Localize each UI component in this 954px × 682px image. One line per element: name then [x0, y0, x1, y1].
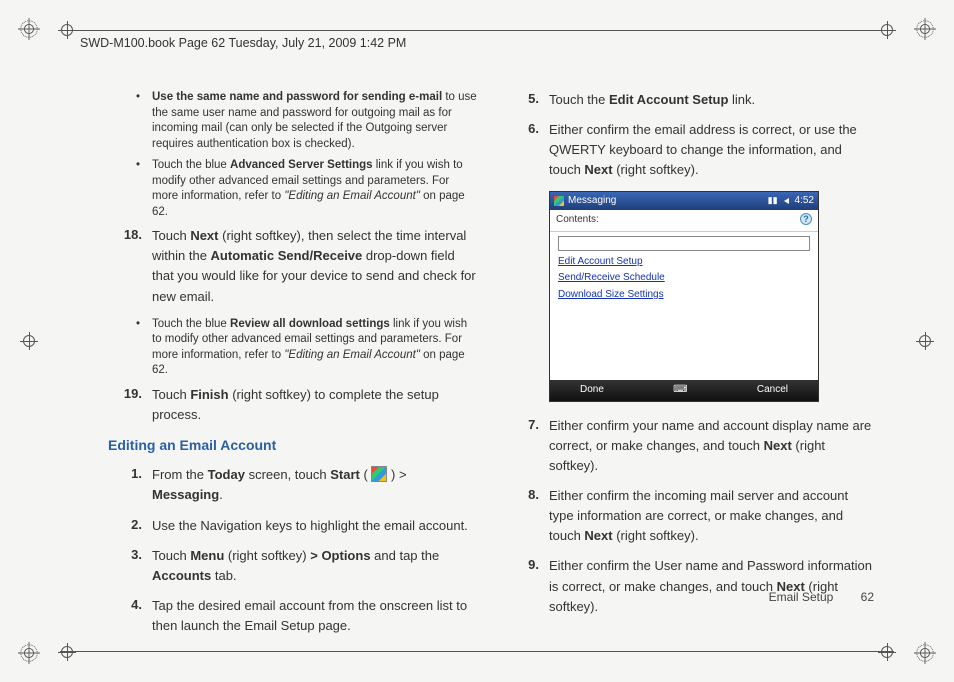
step-body: Touch the Edit Account Setup link. — [549, 90, 874, 110]
footer-section: Email Setup — [769, 590, 834, 604]
step-body: Touch Next (right softkey), then select … — [152, 226, 477, 307]
screenshot-contents-row: Contents: ? — [550, 210, 818, 232]
step-3: 3. Touch Menu (right softkey) > Options … — [120, 546, 477, 586]
screenshot-title: Messaging — [568, 194, 616, 209]
help-icon: ? — [800, 213, 812, 225]
bullet-item: Touch the blue Advanced Server Settings … — [142, 158, 477, 220]
crop-mark-icon — [878, 643, 896, 661]
windows-start-icon — [371, 466, 387, 482]
step-number: 3. — [120, 546, 142, 586]
step-5: 5. Touch the Edit Account Setup link. — [517, 90, 874, 110]
screenshot-link-edit: Edit Account Setup — [558, 255, 810, 270]
bullet-item: Touch the blue Review all download setti… — [142, 317, 477, 379]
bullet-ref: "Editing an Email Account" — [284, 349, 420, 361]
screenshot-time: 4:52 — [795, 194, 814, 209]
bullet-text: Touch the blue — [152, 318, 230, 330]
footer-page-number: 62 — [861, 590, 874, 604]
step-number: 4. — [120, 596, 142, 636]
step-number: 18. — [120, 226, 142, 307]
step-number: 19. — [120, 385, 142, 425]
step-19: 19. Touch Finish (right softkey) to comp… — [120, 385, 477, 425]
step-8: 8. Either confirm the incoming mail serv… — [517, 486, 874, 546]
step-1: 1. From the Today screen, touch Start ( … — [120, 465, 477, 505]
registration-mark-icon — [914, 642, 936, 664]
step-body: Either confirm the email address is corr… — [549, 120, 874, 180]
bullet-ref: "Editing an Email Account" — [284, 190, 420, 202]
windows-start-icon — [554, 196, 564, 206]
crop-mark-icon — [878, 21, 896, 39]
speaker-icon — [784, 198, 789, 204]
step-body: From the Today screen, touch Start ( ) >… — [152, 465, 477, 505]
contents-label: Contents: — [556, 213, 599, 228]
signal-icon: ▮▮ — [768, 194, 778, 207]
step-body: Either confirm the User name and Passwor… — [549, 556, 874, 616]
section-heading: Editing an Email Account — [108, 435, 477, 455]
device-screenshot: Messaging ▮▮ 4:52 Contents: ? Edit Accou… — [549, 191, 819, 402]
step-body: Either confirm your name and account dis… — [549, 416, 874, 476]
screenshot-body: Edit Account Setup Send/Receive Schedule… — [550, 232, 818, 381]
right-column: 5. Touch the Edit Account Setup link. 6.… — [517, 90, 874, 612]
running-header: SWD-M100.book Page 62 Tuesday, July 21, … — [80, 36, 406, 50]
bullet-item: Use the same name and password for sendi… — [142, 90, 477, 152]
registration-mark-icon — [914, 18, 936, 40]
screenshot-titlebar: Messaging ▮▮ 4:52 — [550, 192, 818, 211]
screenshot-link-schedule: Send/Receive Schedule — [558, 271, 810, 286]
step-body: Touch Menu (right softkey) > Options and… — [152, 546, 477, 586]
crop-mark-icon — [58, 21, 76, 39]
step-body: Either confirm the incoming mail server … — [549, 486, 874, 546]
step-18: 18. Touch Next (right softkey), then sel… — [120, 226, 477, 307]
bullet-text: Touch the blue — [152, 159, 230, 171]
step-number: 1. — [120, 465, 142, 505]
step-body: Use the Navigation keys to highlight the… — [152, 516, 477, 536]
screenshot-softkey-bar: Done ⌨ Cancel — [550, 380, 818, 401]
crop-mark-icon — [20, 332, 38, 350]
softkey-cancel: Cancel — [757, 383, 788, 398]
step-number: 5. — [517, 90, 539, 110]
crop-line — [60, 651, 894, 652]
page-footer: Email Setup 62 — [769, 590, 874, 604]
step-2: 2. Use the Navigation keys to highlight … — [120, 516, 477, 536]
crop-mark-icon — [916, 332, 934, 350]
registration-mark-icon — [18, 642, 40, 664]
step-7: 7. Either confirm your name and account … — [517, 416, 874, 476]
crop-line — [60, 30, 894, 31]
step-4: 4. Tap the desired email account from th… — [120, 596, 477, 636]
step-body: Tap the desired email account from the o… — [152, 596, 477, 636]
step-6: 6. Either confirm the email address is c… — [517, 120, 874, 180]
step-number: 9. — [517, 556, 539, 616]
registration-mark-icon — [18, 18, 40, 40]
screenshot-input — [558, 236, 810, 251]
bullet-bold: Advanced Server Settings — [230, 159, 373, 171]
bullet-lead: Use the same name and password for sendi… — [152, 91, 442, 103]
keyboard-icon: ⌨ — [673, 383, 687, 398]
page-content: Use the same name and password for sendi… — [120, 90, 874, 612]
screenshot-link-download: Download Size Settings — [558, 288, 810, 303]
step-number: 7. — [517, 416, 539, 476]
step-number: 6. — [517, 120, 539, 180]
step-body: Touch Finish (right softkey) to complete… — [152, 385, 477, 425]
step-number: 2. — [120, 516, 142, 536]
step-9: 9. Either confirm the User name and Pass… — [517, 556, 874, 616]
left-column: Use the same name and password for sendi… — [120, 90, 477, 612]
crop-mark-icon — [58, 643, 76, 661]
softkey-done: Done — [580, 383, 604, 398]
bullet-bold: Review all download settings — [230, 318, 390, 330]
step-number: 8. — [517, 486, 539, 546]
